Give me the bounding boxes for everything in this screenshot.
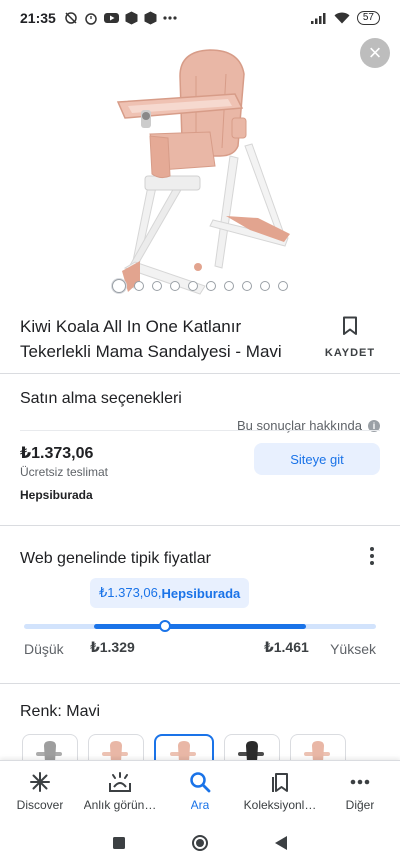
status-time: 21:35	[20, 10, 56, 26]
carousel-dot[interactable]	[170, 281, 180, 291]
nav-label: Anlık görün…	[83, 798, 157, 812]
carousel-dot[interactable]	[112, 279, 126, 293]
nav-label: Diğer	[345, 798, 375, 812]
wifi-icon	[334, 12, 350, 24]
divider	[0, 525, 400, 526]
nav-collections[interactable]: Koleksiyonl…	[240, 761, 320, 820]
offer-divider	[20, 430, 380, 431]
tooltip-seller: Hepsiburada	[161, 585, 241, 601]
alarm-off-icon	[65, 12, 77, 24]
product-image[interactable]	[0, 36, 400, 300]
system-navigation	[0, 820, 400, 866]
divider	[0, 373, 400, 374]
close-button[interactable]: ×	[360, 38, 390, 68]
product-header: Kiwi Koala All In One Katlanır Tekerlekl…	[20, 314, 380, 364]
price-range-fill	[94, 624, 306, 629]
package-icon	[144, 11, 157, 25]
close-icon: ×	[368, 40, 382, 65]
high-value: ₺1.461	[264, 639, 309, 655]
system-icons: 57	[310, 11, 380, 25]
status-bar: 21:35 57	[0, 0, 400, 36]
nav-label: Koleksiyonl…	[243, 798, 317, 812]
nav-discover[interactable]: Discover	[0, 761, 80, 820]
back-icon[interactable]	[274, 835, 288, 851]
nav-label: Discover	[16, 798, 64, 812]
more-icon	[350, 770, 370, 794]
discover-icon	[29, 770, 51, 794]
carousel-dot[interactable]	[152, 281, 162, 291]
price-range-marker	[158, 620, 171, 632]
recents-icon[interactable]	[112, 836, 126, 850]
price-range-heading: Web genelinde tipik fiyatlar	[20, 550, 211, 567]
youtube-icon	[103, 13, 119, 23]
carousel-dot[interactable]	[260, 281, 270, 291]
save-label: KAYDET	[324, 347, 376, 359]
offer-price: ₺1.373,06	[20, 445, 94, 462]
save-button[interactable]: KAYDET	[320, 316, 380, 359]
bookmark-icon	[343, 316, 357, 335]
color-heading: Renk: Mavi	[20, 703, 101, 720]
divider	[0, 683, 400, 684]
visit-site-button[interactable]: Siteye git	[254, 443, 380, 475]
high-label: Yüksek	[330, 641, 376, 657]
bottom-navigation: Discover Anlık görün… Ara Koleksiyonl… D…	[0, 760, 400, 820]
collections-icon	[269, 770, 291, 794]
snapshot-icon	[108, 770, 132, 794]
signal-icon	[310, 13, 326, 24]
offer-shipping: Ücretsiz teslimat	[20, 465, 109, 479]
tooltip-price: ₺1.373,06,	[99, 585, 162, 600]
carousel-dot[interactable]	[242, 281, 252, 291]
nav-more[interactable]: Diğer	[320, 761, 400, 820]
more-vert-icon[interactable]	[370, 547, 374, 568]
nav-snapshot[interactable]: Anlık görün…	[80, 761, 160, 820]
carousel-dot[interactable]	[188, 281, 198, 291]
buying-options-heading: Satın alma seçenekleri	[20, 390, 182, 407]
notification-icons	[64, 11, 177, 25]
nav-search[interactable]: Ara	[160, 761, 240, 820]
current-price-tooltip: ₺1.373,06, Hepsiburada	[90, 578, 250, 608]
carousel-dot[interactable]	[134, 281, 144, 291]
low-label: Düşük	[24, 641, 64, 657]
high-chair-illustration	[116, 49, 290, 295]
carousel-dot[interactable]	[224, 281, 234, 291]
offer-seller: Hepsiburada	[20, 488, 93, 502]
battery-icon: 57	[356, 11, 380, 25]
search-icon	[189, 770, 211, 794]
nav-label: Ara	[190, 798, 210, 812]
package-icon	[125, 11, 138, 25]
home-icon[interactable]	[191, 834, 209, 852]
carousel-dot[interactable]	[206, 281, 216, 291]
price-range-track	[24, 620, 376, 632]
low-value: ₺1.329	[90, 639, 135, 655]
carousel-dot[interactable]	[278, 281, 288, 291]
alarm-icon	[85, 13, 97, 25]
product-title: Kiwi Koala All In One Katlanır Tekerlekl…	[20, 317, 282, 361]
more-dots-icon	[163, 16, 177, 20]
image-carousel-indicator	[0, 279, 400, 293]
